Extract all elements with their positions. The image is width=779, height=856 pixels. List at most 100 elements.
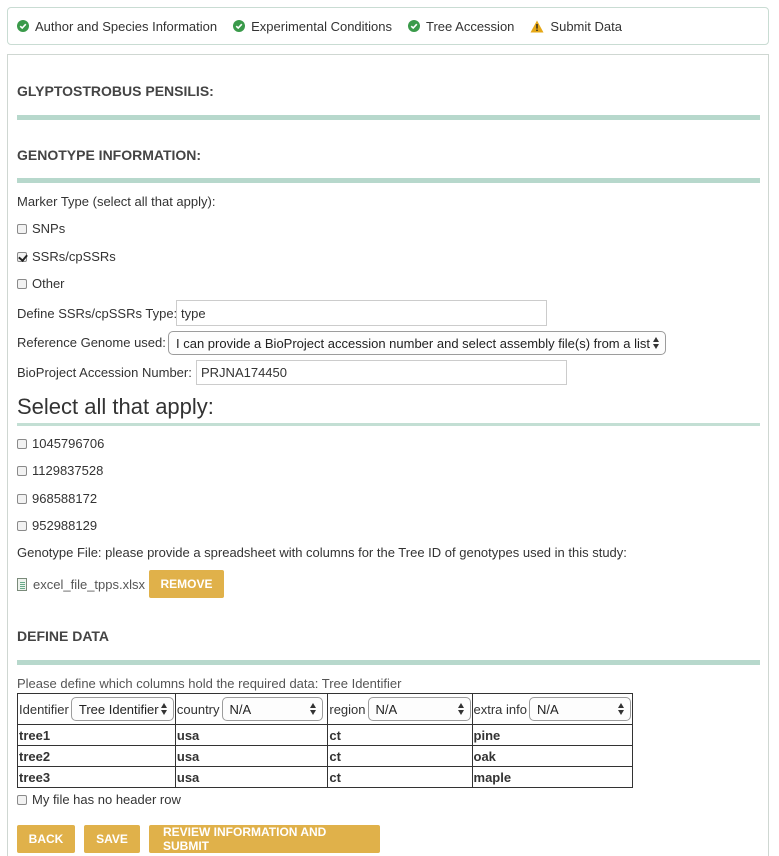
column-name: Identifier (19, 701, 69, 717)
table-cell: oak (471, 745, 634, 767)
assembly-checkbox[interactable]: 1129837528 (17, 463, 103, 478)
bioproject-label: BioProject Accession Number: (17, 365, 192, 380)
divider (17, 115, 760, 120)
select-arrows-icon (160, 702, 168, 716)
form-panel: GLYPTOSTROBUS PENSILIS: GENOTYPE INFORMA… (7, 54, 769, 856)
checkbox-label: SSRs/cpSSRs (32, 249, 116, 264)
check-circle-icon (17, 20, 29, 32)
table-cell: ct (327, 766, 473, 788)
checkbox-box[interactable] (17, 223, 27, 234)
select-value: I can provide a BioProject accession num… (176, 335, 650, 351)
file-name[interactable]: excel_file_tpps.xlsx (33, 577, 145, 592)
genotype-title: GENOTYPE INFORMATION: (17, 147, 202, 163)
marker-snps-checkbox[interactable]: SNPs (17, 221, 65, 236)
select-value: N/A (229, 701, 252, 717)
checkbox-label: SNPs (32, 221, 66, 236)
table-cell: maple (471, 766, 634, 788)
select-value: Tree Identifier (78, 701, 159, 717)
table-header-row: Identifier Tree Identifier country N/A r… (17, 693, 634, 725)
step-experimental-conditions[interactable]: Experimental Conditions (233, 19, 392, 34)
table-cell: pine (471, 724, 634, 746)
checkbox-label: 1045796706 (32, 436, 105, 451)
table-header-cell: extra info N/A (471, 693, 634, 725)
assembly-checkbox[interactable]: 952988129 (17, 518, 97, 533)
select-arrows-icon (653, 336, 660, 350)
column-type-select[interactable]: N/A (221, 697, 323, 721)
select-arrows-icon (457, 702, 465, 716)
divider (17, 178, 760, 183)
checkbox-box[interactable] (17, 493, 27, 504)
genotype-file-label: Genotype File: please provide a spreadsh… (17, 545, 627, 560)
divider (17, 660, 760, 665)
table-cell: usa (174, 745, 329, 767)
select-all-title: Select all that apply: (17, 394, 214, 419)
checkbox-label: 1129837528 (32, 463, 104, 478)
marker-type-label: Marker Type (select all that apply): (17, 194, 216, 209)
table-row: tree3 usa ct maple (17, 766, 634, 788)
save-button[interactable]: SAVE (84, 825, 140, 853)
step-label: Tree Accession (426, 18, 515, 34)
reference-genome-label: Reference Genome used: (17, 335, 166, 350)
table-cell: usa (174, 724, 329, 746)
checkbox-box[interactable] (17, 794, 27, 805)
column-type-select[interactable]: N/A (367, 697, 471, 721)
checkbox-box[interactable] (17, 438, 27, 449)
bioproject-input[interactable] (196, 360, 567, 385)
assembly-checkbox[interactable]: 1045796706 (17, 436, 104, 451)
step-label: Experimental Conditions (251, 18, 393, 34)
checkbox-label: 952988129 (32, 518, 98, 533)
step-submit-data[interactable]: Submit Data (530, 19, 622, 34)
check-circle-icon (408, 20, 421, 32)
checkbox-box[interactable] (17, 465, 27, 476)
warning-icon (530, 20, 544, 32)
checkbox-box[interactable] (17, 520, 27, 531)
table-cell: ct (327, 724, 473, 746)
marker-ssrs-checkbox[interactable]: SSRs/cpSSRs (17, 249, 116, 264)
select-arrows-icon (618, 702, 625, 716)
data-preview-table: Identifier Tree Identifier country N/A r… (17, 693, 634, 788)
progress-bar: Author and Species Information Experimen… (7, 7, 769, 45)
table-cell: tree1 (17, 724, 176, 746)
ssr-type-label: Define SSRs/cpSSRs Type: (17, 306, 178, 321)
column-name: region (329, 701, 366, 717)
checkbox-box[interactable] (17, 251, 27, 262)
table-cell: tree3 (17, 766, 176, 788)
reference-genome-select[interactable]: I can provide a BioProject accession num… (168, 331, 666, 355)
marker-other-checkbox[interactable]: Other (17, 276, 65, 291)
checkbox-label: 968588172 (32, 491, 98, 506)
table-header-cell: Identifier Tree Identifier (17, 693, 176, 725)
select-value: N/A (375, 701, 398, 717)
column-type-select[interactable]: N/A (529, 697, 631, 721)
column-name: extra info (473, 701, 527, 717)
check-circle-icon (233, 20, 246, 32)
table-cell: tree2 (17, 745, 176, 767)
checkbox-label: My file has no header row (32, 792, 181, 807)
uploaded-file: excel_file_tpps.xlsx (17, 577, 145, 592)
column-name: country (176, 701, 220, 717)
review-submit-button[interactable]: REVIEW INFORMATION AND SUBMIT (149, 825, 380, 853)
step-author-species[interactable]: Author and Species Information (17, 19, 217, 34)
species-title: GLYPTOSTROBUS PENSILIS: (17, 83, 214, 99)
table-row: tree1 usa ct pine (17, 724, 634, 746)
table-row: tree2 usa ct oak (17, 745, 634, 767)
step-label: Submit Data (550, 18, 622, 34)
step-tree-accession[interactable]: Tree Accession (408, 19, 514, 34)
step-label: Author and Species Information (35, 18, 218, 34)
table-cell: ct (327, 745, 473, 767)
no-header-row-checkbox[interactable]: My file has no header row (17, 792, 181, 807)
define-data-title: DEFINE DATA (17, 628, 110, 644)
remove-file-button[interactable]: REMOVE (149, 570, 224, 598)
back-button[interactable]: BACK (17, 825, 75, 853)
ssr-type-input[interactable] (176, 300, 547, 326)
table-header-cell: region N/A (327, 693, 473, 725)
select-arrows-icon (309, 702, 317, 716)
checkbox-label: Other (32, 276, 65, 291)
define-data-instructions: Please define which columns hold the req… (17, 676, 402, 691)
table-header-cell: country N/A (174, 693, 329, 725)
document-icon (17, 578, 27, 591)
assembly-checkbox[interactable]: 968588172 (17, 491, 97, 506)
table-cell: usa (174, 766, 329, 788)
column-type-select[interactable]: Tree Identifier (70, 697, 174, 721)
divider (17, 423, 760, 426)
checkbox-box[interactable] (17, 278, 27, 289)
